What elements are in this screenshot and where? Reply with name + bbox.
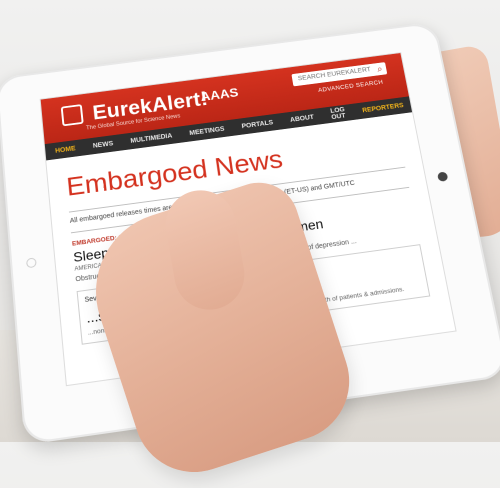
search-placeholder: SEARCH EUREKALERT [297, 66, 372, 83]
home-button[interactable] [436, 171, 449, 182]
nav-about[interactable]: ABOUT [290, 114, 315, 123]
camera-icon [25, 257, 37, 269]
search-icon[interactable]: ⌕ [376, 63, 384, 76]
nav-home[interactable]: HOME [55, 145, 76, 154]
nav-multimedia[interactable]: MULTIMEDIA [130, 132, 173, 144]
nav-portals[interactable]: PORTALS [241, 119, 273, 129]
nav-news[interactable]: NEWS [93, 140, 114, 149]
nav-logout[interactable]: LOG OUT [330, 107, 347, 121]
nav-reporters[interactable]: REPORTERS [362, 102, 404, 114]
logo-icon [60, 104, 84, 127]
nav-meetings[interactable]: MEETINGS [189, 126, 225, 137]
